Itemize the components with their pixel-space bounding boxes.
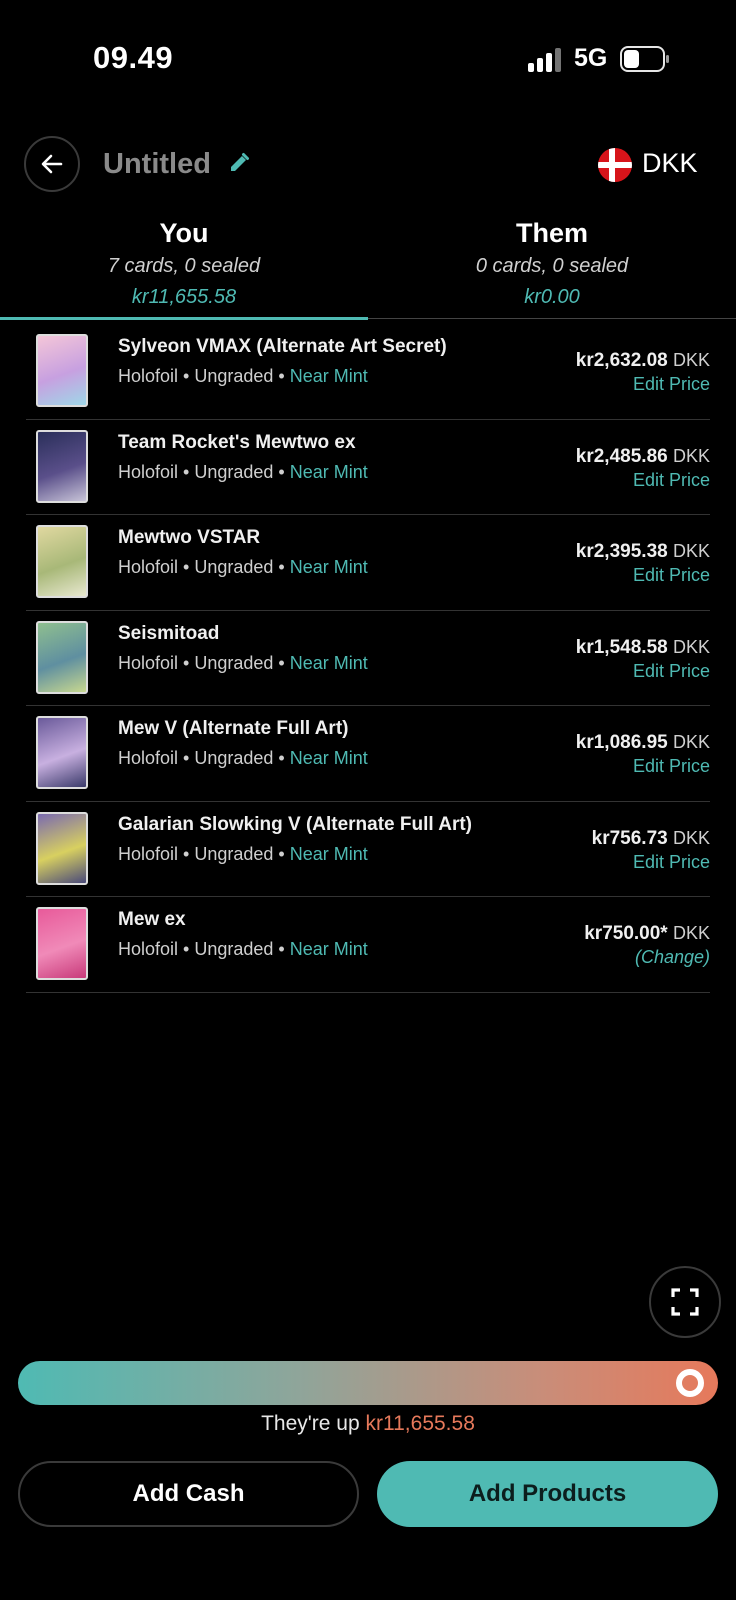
active-tab-indicator: [0, 317, 368, 320]
card-price: kr1,086.95 DKK: [575, 732, 710, 753]
currency-selector[interactable]: DKK: [642, 148, 698, 179]
pencil-icon[interactable]: [228, 152, 250, 174]
balance-indicator: [676, 1369, 704, 1397]
trade-tabs: You 7 cards, 0 sealed kr11,655.58 Them 0…: [0, 214, 736, 320]
edit-price-link[interactable]: Edit Price: [633, 852, 710, 873]
expand-icon: [671, 1288, 699, 1316]
card-price: kr756.73 DKK: [591, 827, 710, 849]
card-name: Mew V (Alternate Full Art): [118, 718, 349, 739]
card-price: kr750.00* DKK: [584, 923, 710, 944]
card-row[interactable]: Mewtwo VSTAR Holofoil • Ungraded • Near …: [26, 515, 710, 611]
card-thumbnail[interactable]: [36, 811, 88, 885]
tab-you[interactable]: You 7 cards, 0 sealed kr11,655.58: [0, 214, 368, 320]
card-name: Seismitoad: [118, 622, 220, 644]
card-condition[interactable]: Near Mint: [290, 939, 368, 959]
status-time: 09.49: [93, 40, 174, 75]
card-name: Galarian Slowking V (Alternate Full Art): [118, 813, 473, 835]
card-details: Holofoil • Ungraded • Near Mint: [118, 652, 368, 673]
card-condition[interactable]: Near Mint: [290, 366, 368, 386]
card-details: Holofoil • Ungraded • Near Mint: [118, 557, 368, 577]
card-price: kr2,632.08 DKK: [575, 350, 710, 371]
card-condition[interactable]: Near Mint: [290, 844, 368, 864]
tab-them-total: kr0.00: [524, 286, 580, 308]
card-condition[interactable]: Near Mint: [290, 653, 368, 673]
edit-price-link[interactable]: Edit Price: [633, 756, 710, 777]
card-row[interactable]: Sylveon VMAX (Alternate Art Secret) Holo…: [26, 324, 710, 420]
card-name: Mewtwo VSTAR: [118, 527, 261, 548]
battery-icon: [620, 46, 669, 72]
change-price-link[interactable]: (Change): [635, 947, 710, 968]
card-row[interactable]: Galarian Slowking V (Alternate Full Art)…: [26, 802, 710, 897]
balance-amount: kr11,655.58: [365, 1412, 475, 1435]
tab-divider: [368, 318, 736, 319]
card-thumbnail[interactable]: [36, 429, 88, 503]
card-row[interactable]: Mew ex Holofoil • Ungraded • Near Mint k…: [26, 897, 710, 993]
card-details: Holofoil • Ungraded • Near Mint: [118, 748, 368, 768]
card-name: Team Rocket's Mewtwo ex: [118, 431, 356, 453]
edit-price-link[interactable]: Edit Price: [633, 374, 710, 395]
card-condition[interactable]: Near Mint: [290, 748, 368, 768]
status-bar: 09.49 5G: [0, 0, 736, 120]
tab-them-summary: 0 cards, 0 sealed: [475, 255, 629, 277]
network-label: 5G: [574, 44, 608, 72]
card-condition[interactable]: Near Mint: [290, 557, 368, 577]
edit-price-link[interactable]: Edit Price: [633, 661, 710, 682]
add-cash-button[interactable]: Add Cash: [18, 1461, 359, 1527]
card-thumbnail[interactable]: [36, 620, 88, 694]
back-button[interactable]: [24, 136, 80, 192]
card-details: Holofoil • Ungraded • Near Mint: [118, 939, 368, 959]
edit-price-link[interactable]: Edit Price: [633, 565, 710, 586]
card-thumbnail[interactable]: [36, 716, 88, 789]
denmark-flag-icon[interactable]: [598, 148, 632, 182]
card-thumbnail[interactable]: [36, 907, 88, 980]
card-name: Mew ex: [118, 909, 186, 930]
arrow-left-icon: [41, 154, 63, 174]
card-price: kr2,485.86 DKK: [575, 445, 710, 467]
tab-you-summary: 7 cards, 0 sealed: [107, 255, 261, 277]
card-row[interactable]: Team Rocket's Mewtwo ex Holofoil • Ungra…: [26, 420, 710, 515]
fullscreen-button[interactable]: [649, 1266, 721, 1338]
card-thumbnail[interactable]: [36, 334, 88, 407]
card-details: Holofoil • Ungraded • Near Mint: [118, 461, 368, 482]
card-price: kr1,548.58 DKK: [575, 636, 710, 658]
header: Untitled DKK: [0, 136, 736, 194]
trade-balance-bar[interactable]: [18, 1361, 718, 1405]
tab-them-label: Them: [515, 218, 588, 248]
tab-you-total: kr11,655.58: [131, 286, 237, 308]
trade-title[interactable]: Untitled: [103, 148, 211, 181]
card-list: Sylveon VMAX (Alternate Art Secret) Holo…: [26, 324, 710, 993]
card-details: Holofoil • Ungraded • Near Mint: [118, 843, 368, 864]
tab-you-label: You: [159, 218, 209, 248]
card-name: Sylveon VMAX (Alternate Art Secret): [118, 336, 447, 357]
tab-them[interactable]: Them 0 cards, 0 sealed kr0.00: [368, 214, 736, 320]
card-details: Holofoil • Ungraded • Near Mint: [118, 366, 368, 386]
add-products-button[interactable]: Add Products: [377, 1461, 718, 1527]
card-condition[interactable]: Near Mint: [290, 462, 368, 482]
edit-price-link[interactable]: Edit Price: [633, 470, 710, 491]
card-row[interactable]: Mew V (Alternate Full Art) Holofoil • Un…: [26, 706, 710, 802]
card-price: kr2,395.38 DKK: [575, 541, 710, 562]
card-row[interactable]: Seismitoad Holofoil • Ungraded • Near Mi…: [26, 611, 710, 706]
card-thumbnail[interactable]: [36, 525, 88, 598]
signal-icon: [528, 48, 564, 72]
balance-summary: They're up kr11,655.58: [261, 1412, 475, 1435]
